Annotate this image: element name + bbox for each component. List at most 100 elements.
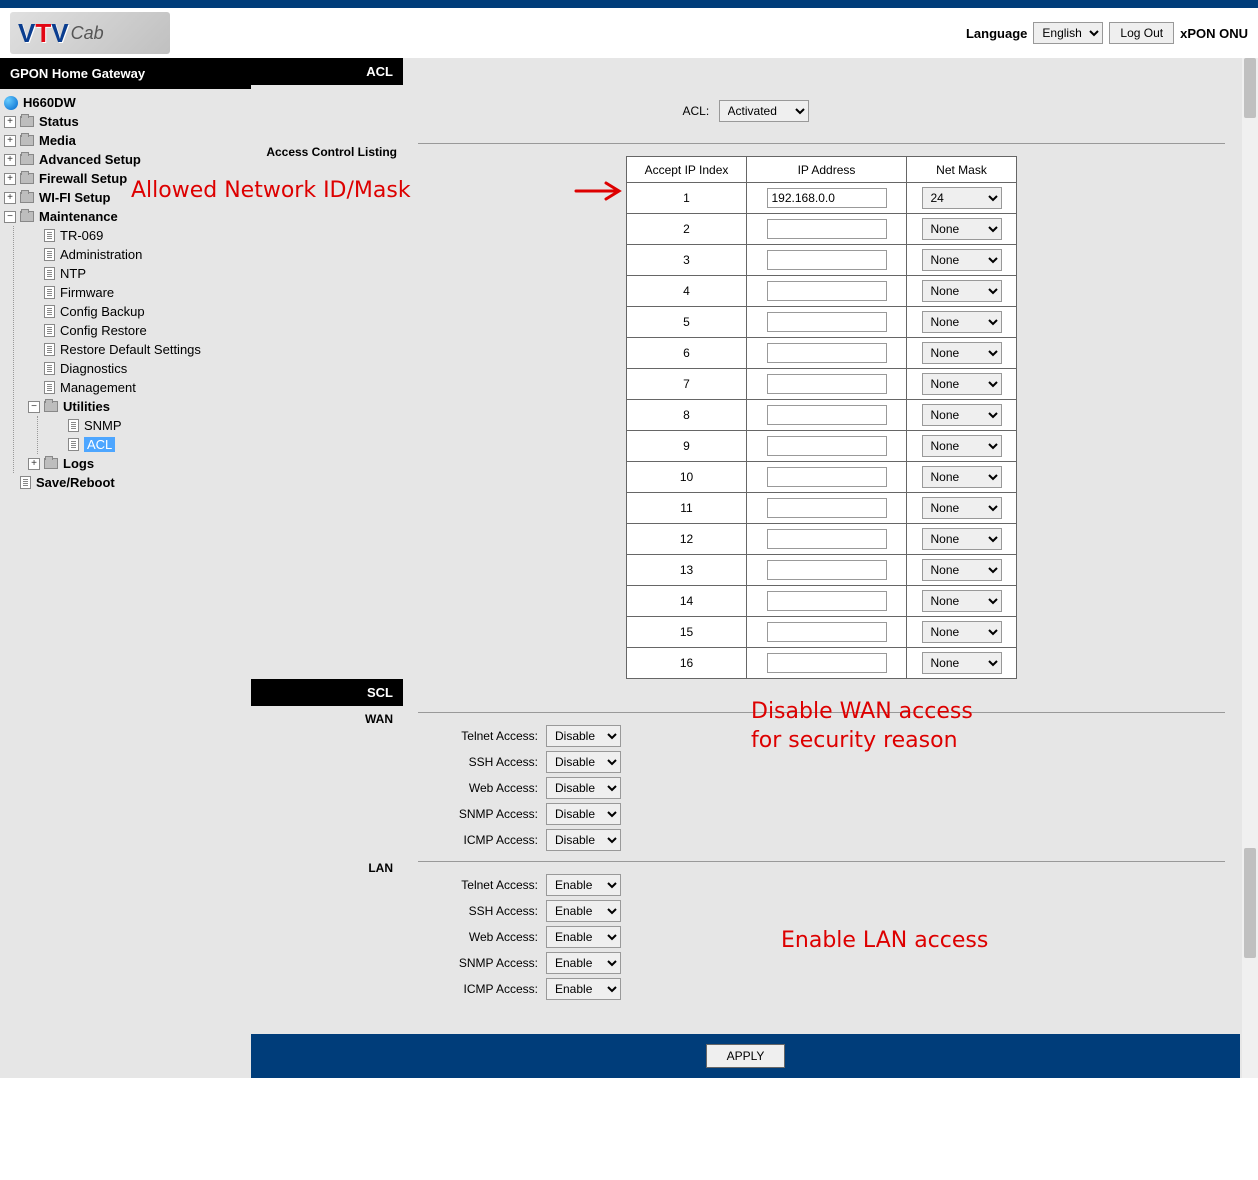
expand-icon[interactable]: + [28,458,40,470]
acl-mask-select[interactable]: None [922,652,1002,674]
header-right: Language English Log Out xPON ONU [966,22,1248,44]
tree-firmware[interactable]: Firmware [14,283,251,302]
nav-tree: H660DW +Status +Media +Advanced Setup +F… [0,89,251,502]
tree-device[interactable]: H660DW [4,93,251,112]
expand-icon[interactable]: + [4,116,16,128]
acl-row: 9 None [627,431,1017,462]
tree-tr069[interactable]: TR-069 [14,226,251,245]
tree-logs[interactable]: +Logs [14,454,251,473]
tree-management[interactable]: Management [14,378,251,397]
acl-ip-cell [747,276,907,307]
acl-ip-input[interactable] [767,374,887,394]
wan-web-select[interactable]: Disable [546,777,621,799]
acl-mask-select[interactable]: None [922,280,1002,302]
lan-snmp-select[interactable]: Enable [546,952,621,974]
acl-ip-input[interactable] [767,467,887,487]
acl-ip-input[interactable] [767,405,887,425]
acl-mask-cell: None [907,586,1017,617]
acl-ip-input[interactable] [767,622,887,642]
acl-ip-cell [747,400,907,431]
acl-index-cell: 5 [627,307,747,338]
tree-config-backup[interactable]: Config Backup [14,302,251,321]
tree-status[interactable]: +Status [4,112,251,131]
collapse-icon[interactable]: − [4,211,16,223]
tree-firewall[interactable]: +Firewall Setup [4,169,251,188]
acl-mask-select[interactable]: None [922,249,1002,271]
acl-ip-input[interactable] [767,591,887,611]
tree-wifi[interactable]: +WI-FI Setup [4,188,251,207]
acl-ip-input[interactable] [767,529,887,549]
acl-mask-select[interactable]: None [922,342,1002,364]
acl-ip-input[interactable] [767,436,887,456]
acl-ip-input[interactable] [767,653,887,673]
tree-utilities[interactable]: −Utilities [14,397,251,416]
telnet-label: Telnet Access: [418,878,538,892]
wan-icmp-select[interactable]: Disable [546,829,621,851]
apply-button[interactable]: APPLY [706,1044,786,1068]
acl-ip-input[interactable] [767,560,887,580]
tree-restore-default[interactable]: Restore Default Settings [14,340,251,359]
tree-config-restore[interactable]: Config Restore [14,321,251,340]
wan-ssh-select[interactable]: Disable [546,751,621,773]
wan-snmp-select[interactable]: Disable [546,803,621,825]
lan-icmp-select[interactable]: Enable [546,978,621,1000]
acl-row: 12None [627,524,1017,555]
acl-mask-select[interactable]: None [922,590,1002,612]
logout-button[interactable]: Log Out [1109,22,1174,44]
acl-row: 124 [627,183,1017,214]
acl-ip-input[interactable] [767,188,887,208]
lan-ssh-select[interactable]: Enable [546,900,621,922]
tree-ntp[interactable]: NTP [14,264,251,283]
page-icon [44,267,55,280]
tree-acl[interactable]: ACL [38,435,251,454]
separator [418,712,1225,713]
acl-mask-select[interactable]: None [922,559,1002,581]
expand-icon[interactable]: + [4,154,16,166]
acl-ip-input[interactable] [767,219,887,239]
acl-ip-input[interactable] [767,312,887,332]
tree-save-reboot[interactable]: Save/Reboot [4,473,251,492]
acl-mask-select[interactable]: None [922,466,1002,488]
acl-row: 13None [627,555,1017,586]
acl-ip-input[interactable] [767,498,887,518]
acl-index-cell: 6 [627,338,747,369]
acl-ip-input[interactable] [767,343,887,363]
acl-mask-cell: None [907,245,1017,276]
wan-telnet-select[interactable]: Disable [546,725,621,747]
acl-ip-cell [747,462,907,493]
lan-telnet-select[interactable]: Enable [546,874,621,896]
expand-icon[interactable]: + [4,192,16,204]
acl-mask-select[interactable]: None [922,373,1002,395]
acl-index-cell: 9 [627,431,747,462]
tree-diagnostics[interactable]: Diagnostics [14,359,251,378]
acl-ip-input[interactable] [767,250,887,270]
acl-mask-select[interactable]: None [922,497,1002,519]
tree-administration[interactable]: Administration [14,245,251,264]
acl-mask-select[interactable]: None [922,621,1002,643]
wan-ssh-row: SSH Access:Disable [418,751,1225,773]
tree-maintenance[interactable]: −Maintenance [4,207,251,226]
acl-mask-select[interactable]: None [922,404,1002,426]
acl-mask-select[interactable]: 24 [922,187,1002,209]
acl-mask-select[interactable]: None [922,311,1002,333]
expand-icon[interactable]: + [4,173,16,185]
tree-media[interactable]: +Media [4,131,251,150]
separator [418,861,1225,862]
acl-row: 2None [627,214,1017,245]
folder-icon [20,116,34,127]
expand-icon[interactable]: + [4,135,16,147]
collapse-icon[interactable]: − [28,401,40,413]
language-select[interactable]: English [1033,22,1103,44]
acl-activation-select[interactable]: Activated [719,100,809,122]
tree-advanced[interactable]: +Advanced Setup [4,150,251,169]
acl-mask-select[interactable]: None [922,218,1002,240]
wan-snmp-row: SNMP Access:Disable [418,803,1225,825]
lan-web-select[interactable]: Enable [546,926,621,948]
acl-mask-select[interactable]: None [922,435,1002,457]
acl-mask-select[interactable]: None [922,528,1002,550]
tree-snmp[interactable]: SNMP [38,416,251,435]
folder-icon [20,154,34,165]
acl-ip-input[interactable] [767,281,887,301]
scrollbar[interactable] [1242,58,1258,1078]
acl-row: 5 None [627,307,1017,338]
